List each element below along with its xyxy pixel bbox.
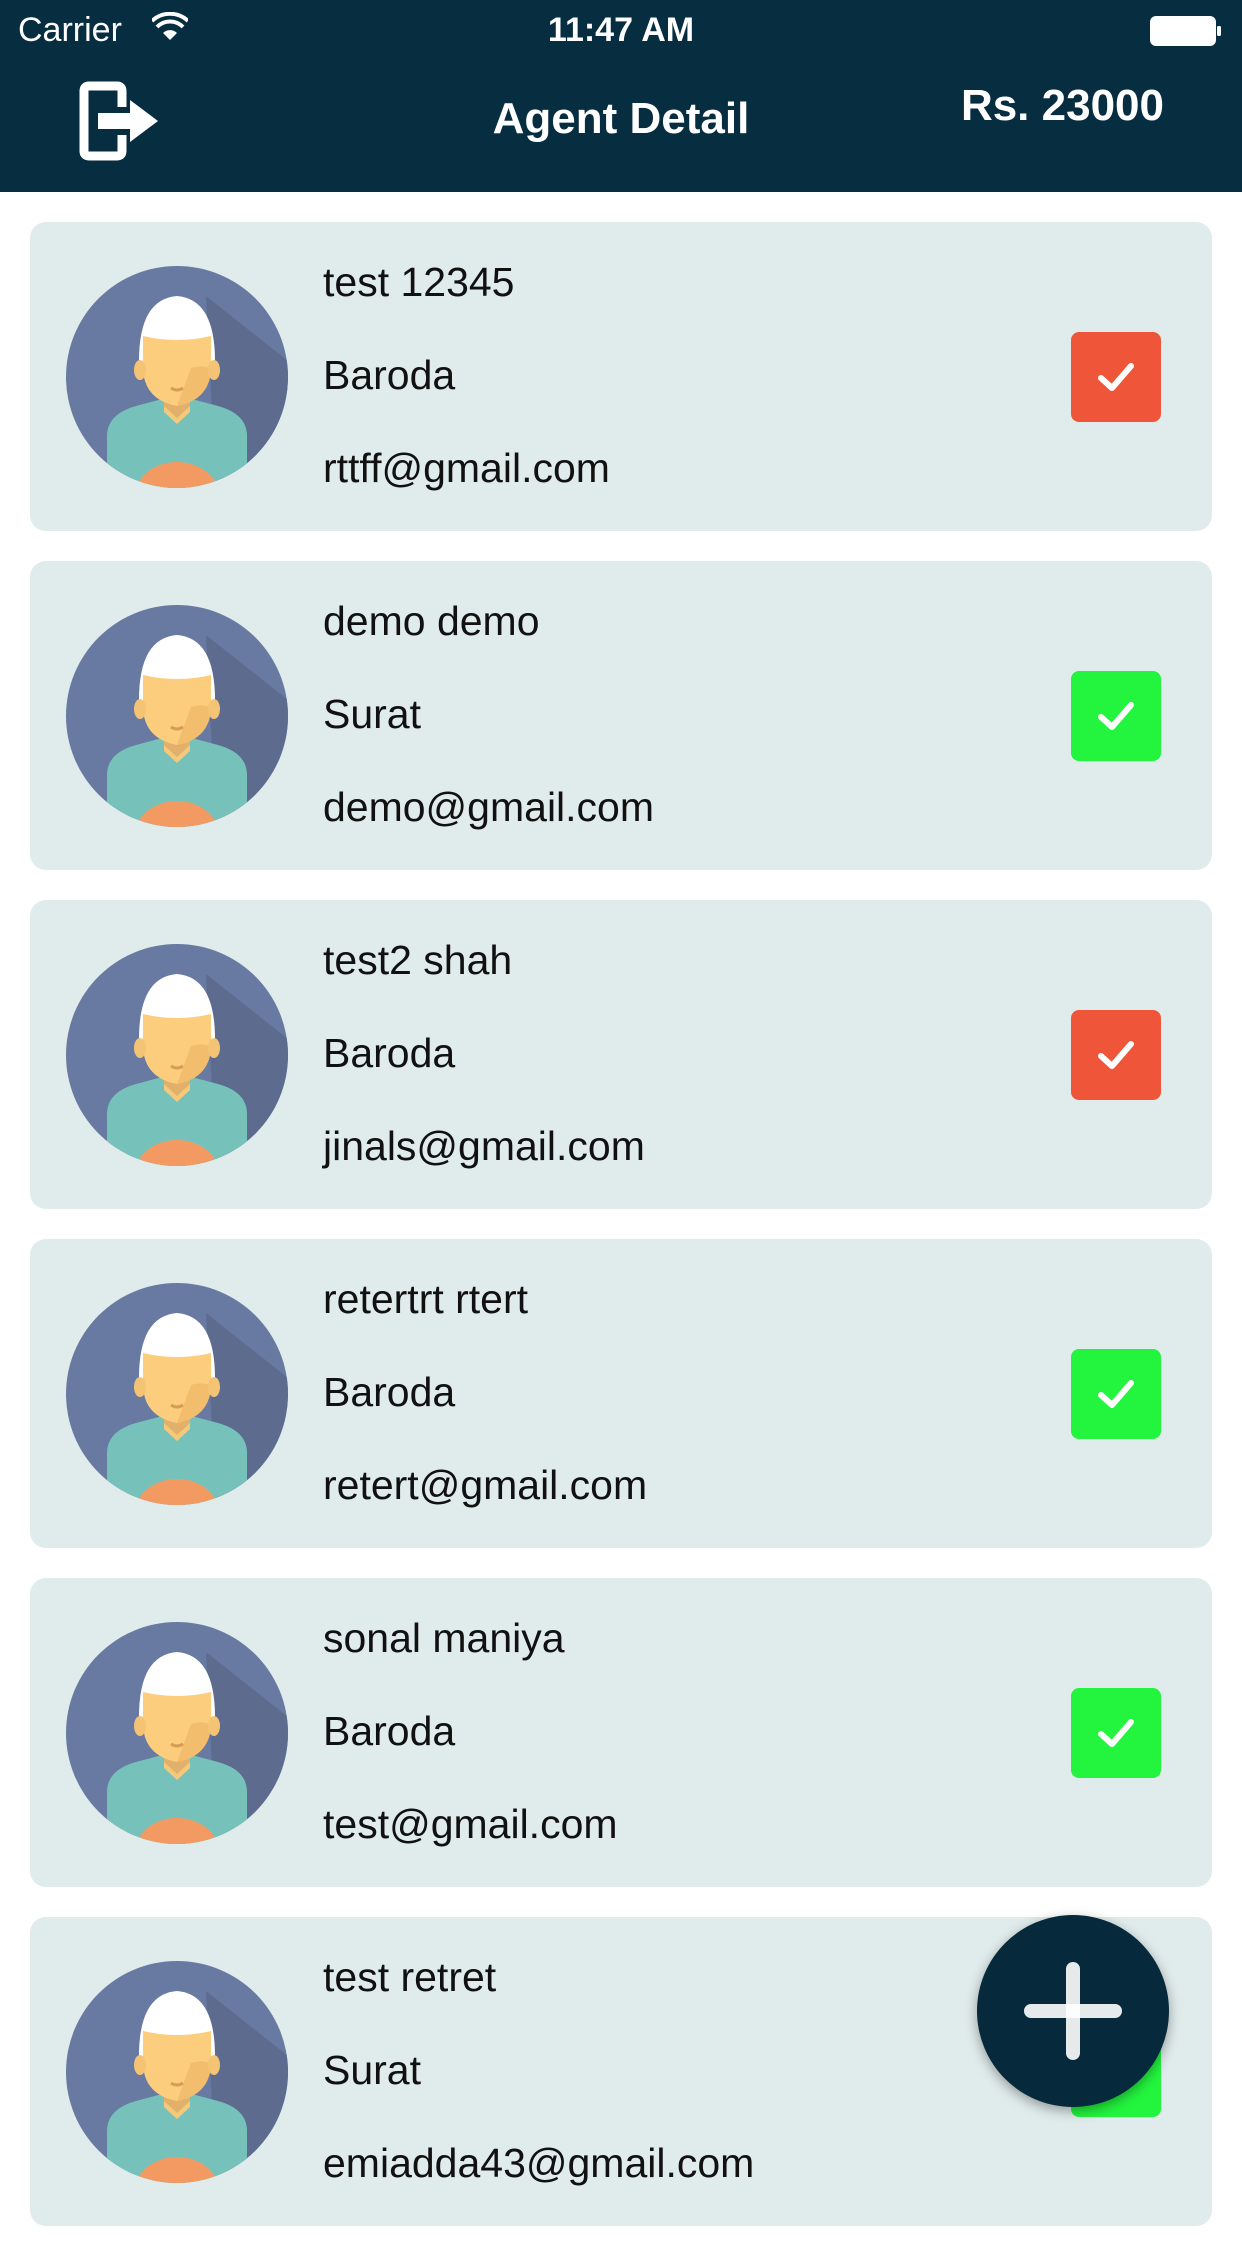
agent-card[interactable]: retertrt rtert Baroda retert@gmail.com — [30, 1239, 1212, 1548]
agent-city: Baroda — [323, 1030, 456, 1076]
agent-email: test@gmail.com — [323, 1801, 618, 1847]
agent-name: test2 shah — [323, 937, 513, 983]
agent-email: retert@gmail.com — [323, 1462, 648, 1508]
checkmark-icon — [1098, 1041, 1134, 1069]
agent-city: Baroda — [323, 1708, 456, 1754]
status-toggle-button[interactable] — [1071, 1010, 1161, 1100]
checkmark-icon — [1098, 363, 1134, 391]
agent-city: Baroda — [323, 1369, 456, 1415]
agent-card[interactable]: test 12345 Baroda rttff@gmail.com — [30, 222, 1212, 531]
agent-card[interactable]: test2 shah Baroda jinals@gmail.com — [30, 900, 1212, 1209]
add-agent-button[interactable] — [977, 1915, 1169, 2107]
agent-name: test 12345 — [323, 259, 515, 305]
status-toggle-button[interactable] — [1071, 671, 1161, 761]
agent-city: Baroda — [323, 352, 456, 398]
checkmark-icon — [1098, 702, 1134, 730]
agent-name: sonal maniya — [323, 1615, 565, 1661]
status-toggle-button[interactable] — [1071, 1688, 1161, 1778]
agent-info: test2 shah Baroda jinals@gmail.com — [323, 930, 645, 1209]
status-bar: Carrier 11:47 AM — [0, 0, 1242, 60]
agent-info: demo demo Surat demo@gmail.com — [323, 591, 654, 870]
avatar — [66, 1961, 288, 2183]
avatar — [66, 1622, 288, 1844]
status-toggle-button[interactable] — [1071, 1349, 1161, 1439]
navigation-bar: Carrier 11:47 AM Agent Detail Rs. 23000 — [0, 0, 1242, 192]
agent-city: Surat — [323, 691, 421, 737]
balance-amount: Rs. 23000 — [960, 81, 1164, 130]
agent-name: demo demo — [323, 598, 540, 644]
agent-card[interactable]: demo demo Surat demo@gmail.com — [30, 561, 1212, 870]
agent-info: retertrt rtert Baroda retert@gmail.com — [323, 1269, 647, 1548]
agent-info: sonal maniya Baroda test@gmail.com — [323, 1608, 618, 1887]
clock: 11:47 AM — [547, 11, 695, 49]
checkmark-icon — [1098, 1719, 1134, 1747]
agent-email: jinals@gmail.com — [323, 1123, 645, 1169]
agent-city: Surat — [323, 2047, 421, 2093]
checkmark-icon — [1098, 1380, 1134, 1408]
avatar — [66, 944, 288, 1166]
agent-name: retertrt rtert — [323, 1276, 529, 1322]
agent-info: test 12345 Baroda rttff@gmail.com — [323, 252, 610, 531]
status-toggle-button[interactable] — [1071, 332, 1161, 422]
agent-name: test retret — [323, 1954, 497, 2000]
agent-email: emiadda43@gmail.com — [323, 2140, 755, 2186]
agent-card[interactable]: sonal maniya Baroda test@gmail.com — [30, 1578, 1212, 1887]
agent-email: demo@gmail.com — [323, 784, 655, 830]
battery-icon — [1150, 16, 1221, 46]
agent-email: rttff@gmail.com — [323, 445, 610, 491]
agent-info: test retret Surat emiadda43@gmail.com — [323, 1947, 754, 2226]
avatar — [66, 1283, 288, 1505]
plus-icon — [1024, 1962, 1122, 2060]
avatar — [66, 605, 288, 827]
avatar — [66, 266, 288, 488]
